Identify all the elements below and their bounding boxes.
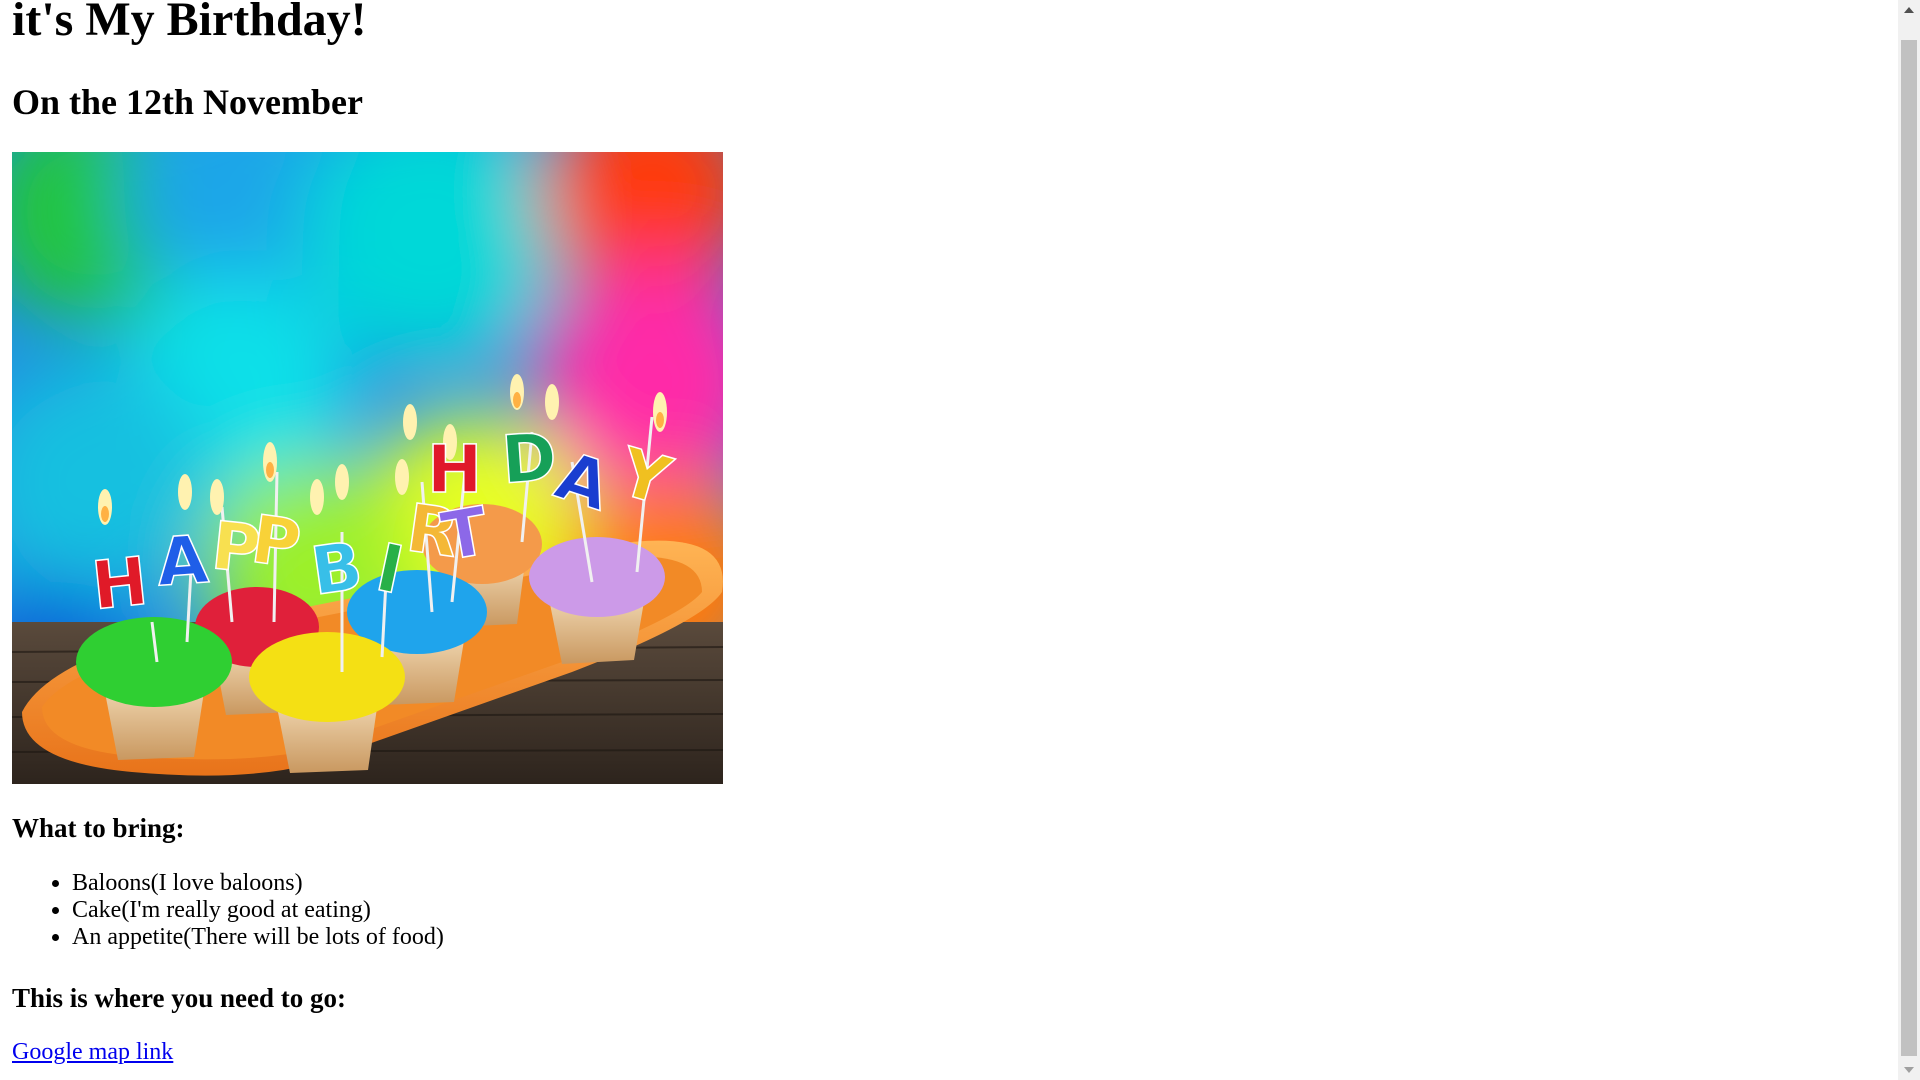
svg-text:H: H [427, 431, 482, 508]
scrollbar-thumb[interactable] [1901, 40, 1917, 1056]
birthday-photo: H A P P B I R T H D A Y [12, 152, 723, 784]
what-to-bring-heading: What to bring: [12, 813, 185, 843]
bring-list: Baloons(I love baloons) Cake(I'm really … [12, 870, 444, 951]
google-map-link[interactable]: Google map link [12, 1040, 173, 1064]
svg-text:D: D [499, 418, 559, 499]
svg-text:A: A [154, 521, 210, 601]
where-to-go-heading: This is where you need to go: [12, 983, 347, 1013]
scroll-up-arrow-icon[interactable] [1898, 0, 1920, 20]
vertical-scrollbar[interactable] [1898, 0, 1920, 1080]
list-item: Cake(I'm really good at eating) [72, 897, 444, 924]
scroll-down-arrow-icon[interactable] [1898, 1060, 1920, 1080]
svg-text:B: B [306, 527, 367, 610]
page-title: it's My Birthday! [12, 0, 367, 46]
list-item: An appetite(There will be lots of food) [72, 924, 444, 951]
page: it's My Birthday! On the 12th November H… [0, 0, 1920, 1080]
date-heading: On the 12th November [12, 82, 363, 122]
svg-text:H: H [88, 543, 151, 625]
list-item: Baloons(I love baloons) [72, 870, 444, 897]
